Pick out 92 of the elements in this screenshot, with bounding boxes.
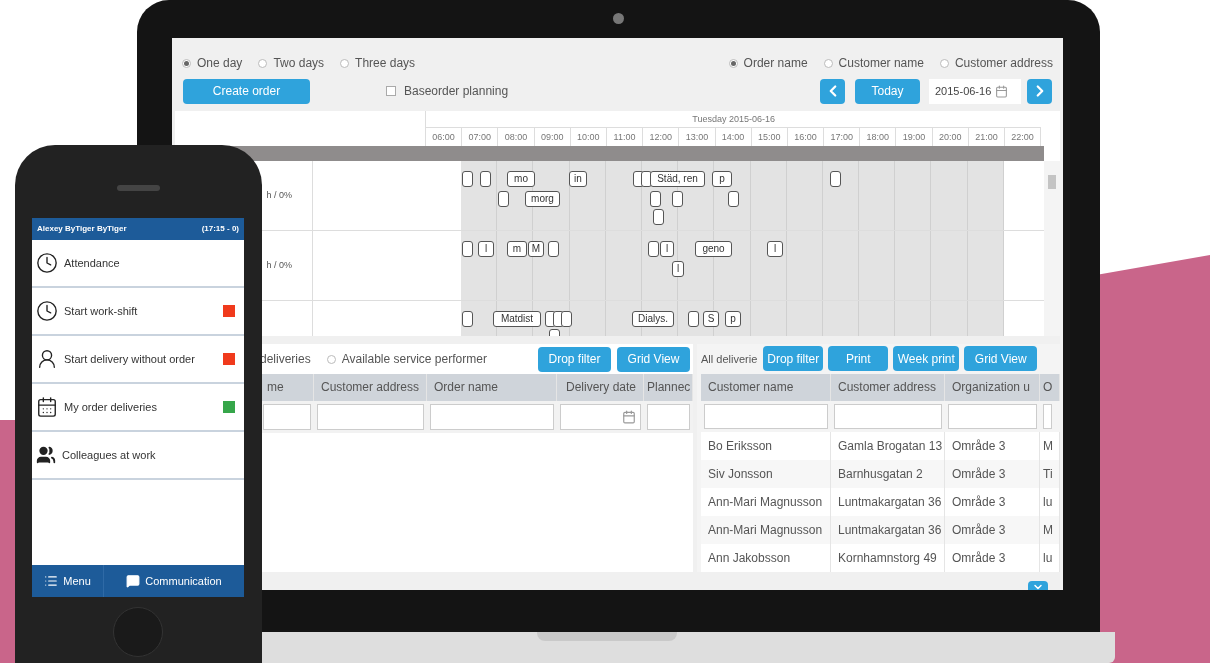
footer-button[interactable]: Communication [104,565,244,597]
column-header[interactable]: Customer name [701,373,831,401]
menu-item[interactable]: Attendance [32,240,244,288]
event-block[interactable] [462,311,473,327]
event-block[interactable]: p [725,311,741,327]
radio-button[interactable] [326,354,336,364]
radio-label: Customer name [838,55,924,72]
filter-input[interactable] [1043,403,1052,429]
table-cell: Kornhamnstorg 49 [831,544,945,572]
menu-item[interactable]: Start delivery without order [32,336,244,384]
user-name: Alexey ByTiger ByTiger [37,223,127,235]
menu-icon [44,574,59,588]
event-block[interactable]: m [507,241,527,257]
radio-label: One day [197,55,243,72]
event-block[interactable] [548,241,559,257]
scrollbar[interactable] [1044,161,1060,336]
filter-input[interactable] [704,403,828,429]
clock-icon [36,252,58,274]
table-cell: lu [1040,544,1060,572]
event-block[interactable] [498,191,509,207]
menu-item[interactable]: Colleagues at work [32,432,244,480]
next-button[interactable] [1027,78,1052,104]
radio-button[interactable] [340,58,350,68]
event-block[interactable] [480,171,491,187]
checkbox-label: Baseorder planning [404,83,509,100]
radio-button[interactable] [939,58,949,68]
event-block[interactable]: S [703,311,719,327]
column-header[interactable]: Customer address [831,373,945,401]
calendar-icon [36,396,58,418]
radio-button[interactable] [823,58,833,68]
radio-button[interactable] [182,58,191,68]
event-block[interactable] [462,171,473,187]
radio-label: Two days [273,55,325,72]
calendar-icon [995,84,1009,98]
previous-button[interactable] [820,78,845,104]
event-block[interactable] [648,241,659,257]
filter-input[interactable] [560,404,641,430]
column-header[interactable]: Organization u [945,373,1040,401]
timeline-date: Tuesday 2015-06-16 [426,111,1042,128]
event-block[interactable]: Dialys. [632,311,674,327]
event-block[interactable]: mo [507,171,535,187]
table-cell: Område 3 [945,544,1040,572]
radio-label: Three days [355,55,416,72]
filter-label: deliveries [260,351,311,368]
event-block[interactable] [728,191,739,207]
event-block[interactable]: l [478,241,494,257]
filter-input[interactable] [263,404,311,430]
radio-label: Order name [743,55,808,72]
event-block[interactable]: in [569,171,587,187]
filter-input[interactable] [834,403,942,429]
person-icon [36,348,58,370]
event-block[interactable]: M [528,241,544,257]
event-block[interactable] [672,191,683,207]
filter-input[interactable] [317,404,424,430]
event-block[interactable]: l [660,241,674,257]
event-block[interactable]: l [672,261,684,277]
shift-time: (17:15 - 0) [201,223,239,235]
checkbox[interactable] [386,86,396,96]
event-block[interactable]: geno [695,241,732,257]
menu-item[interactable]: My order deliveries [32,384,244,432]
filter-input[interactable] [647,404,690,430]
event-block[interactable]: Matdist [493,311,541,327]
chat-icon [126,574,141,588]
event-block[interactable]: morg [525,191,560,207]
clock-icon [36,300,58,322]
radio-button[interactable] [728,58,738,68]
footer-button[interactable]: Menu [32,565,104,597]
menu-item[interactable]: Start work-shift [32,288,244,336]
event-block[interactable] [650,191,661,207]
radio-button[interactable] [258,58,268,68]
event-block[interactable] [830,171,841,187]
event-block[interactable]: p [712,171,732,187]
date-field[interactable]: 2015-06-16 [929,78,1021,104]
panel-label: All deliverie [701,351,758,367]
event-block[interactable] [462,241,473,257]
event-block[interactable] [653,209,664,225]
speaker-slot [117,185,160,191]
radio-label: Available service performer [341,351,487,368]
radio-label: Customer address [954,55,1053,72]
filter-input[interactable] [430,404,554,430]
event-block[interactable] [688,311,699,327]
people-icon [36,445,56,465]
filter-input[interactable] [948,403,1037,429]
calendar-icon [622,410,636,424]
column-header[interactable]: O [1040,373,1060,401]
row-summary: h / 0% [266,188,292,202]
row-summary: h / 0% [266,258,292,272]
event-block[interactable]: l [767,241,783,257]
table-cell: Ann Jakobsson [701,544,831,572]
event-block[interactable] [561,311,572,327]
expand-button[interactable] [1028,581,1048,590]
event-block[interactable]: Städ, ren [650,171,705,187]
